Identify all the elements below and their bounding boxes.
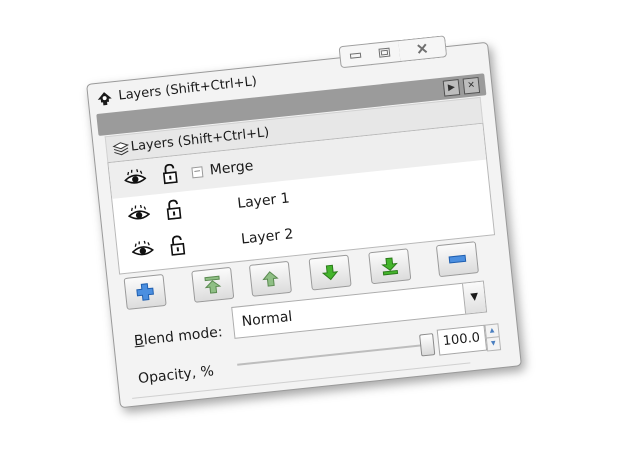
raise-to-top-icon (204, 275, 222, 294)
spin-down-icon[interactable]: ▼ (485, 336, 502, 352)
layer-name: Layer 1 (236, 190, 291, 212)
eye-icon[interactable] (123, 168, 147, 188)
opacity-value: 100.0 (442, 330, 481, 350)
eye-icon[interactable] (127, 204, 151, 224)
opacity-slider-track[interactable] (237, 343, 427, 366)
play-icon: ▶ (447, 82, 456, 94)
plus-icon (136, 283, 154, 301)
lower-to-bottom-button[interactable] (368, 248, 412, 285)
layers-dialog-window: Layers (Shift+Ctrl+L) ▶ ✕ Layers (Shift+… (86, 35, 522, 409)
raise-to-top-button[interactable] (191, 266, 235, 303)
close-button[interactable] (398, 35, 448, 63)
chevron-down-icon[interactable]: ▼ (462, 281, 487, 314)
lower-to-bottom-icon (381, 257, 399, 276)
layer-name: Layer 2 (240, 226, 295, 248)
opacity-slider-thumb[interactable] (419, 333, 436, 357)
maximize-icon (378, 47, 391, 58)
close-icon: ✕ (467, 80, 476, 92)
unlock-icon[interactable] (165, 199, 183, 221)
minus-icon (448, 254, 467, 264)
unlock-icon[interactable] (161, 163, 179, 185)
raise-layer-button[interactable] (248, 260, 293, 297)
layer-name: Merge (208, 158, 255, 179)
remove-layer-button[interactable] (435, 241, 479, 278)
collapse-toggle[interactable]: − (191, 166, 204, 179)
maximize-button[interactable] (368, 40, 402, 66)
opacity-spin-input[interactable]: 100.0 (436, 324, 488, 356)
blend-mode-label: Blend mode: (133, 324, 223, 349)
panel-dock-button[interactable]: ▶ (442, 79, 461, 97)
lower-layer-button[interactable] (308, 254, 352, 291)
inkscape-app-icon (97, 92, 112, 106)
blend-mode-label-text: lend mode: (142, 324, 224, 349)
eye-icon[interactable] (131, 240, 155, 260)
minimize-icon (349, 52, 362, 59)
unlock-icon[interactable] (168, 235, 186, 257)
layers-icon (112, 142, 129, 156)
add-layer-button[interactable] (123, 273, 167, 310)
arrow-down-icon (321, 264, 339, 281)
opacity-label: Opacity, % (137, 363, 215, 388)
arrow-up-icon (262, 271, 279, 287)
panel-close-button[interactable]: ✕ (462, 76, 481, 95)
blend-mode-value: Normal (240, 308, 294, 330)
close-icon (417, 43, 428, 54)
opacity-spin-buttons: ▲ ▼ (484, 323, 502, 352)
minimize-button[interactable] (338, 43, 373, 69)
